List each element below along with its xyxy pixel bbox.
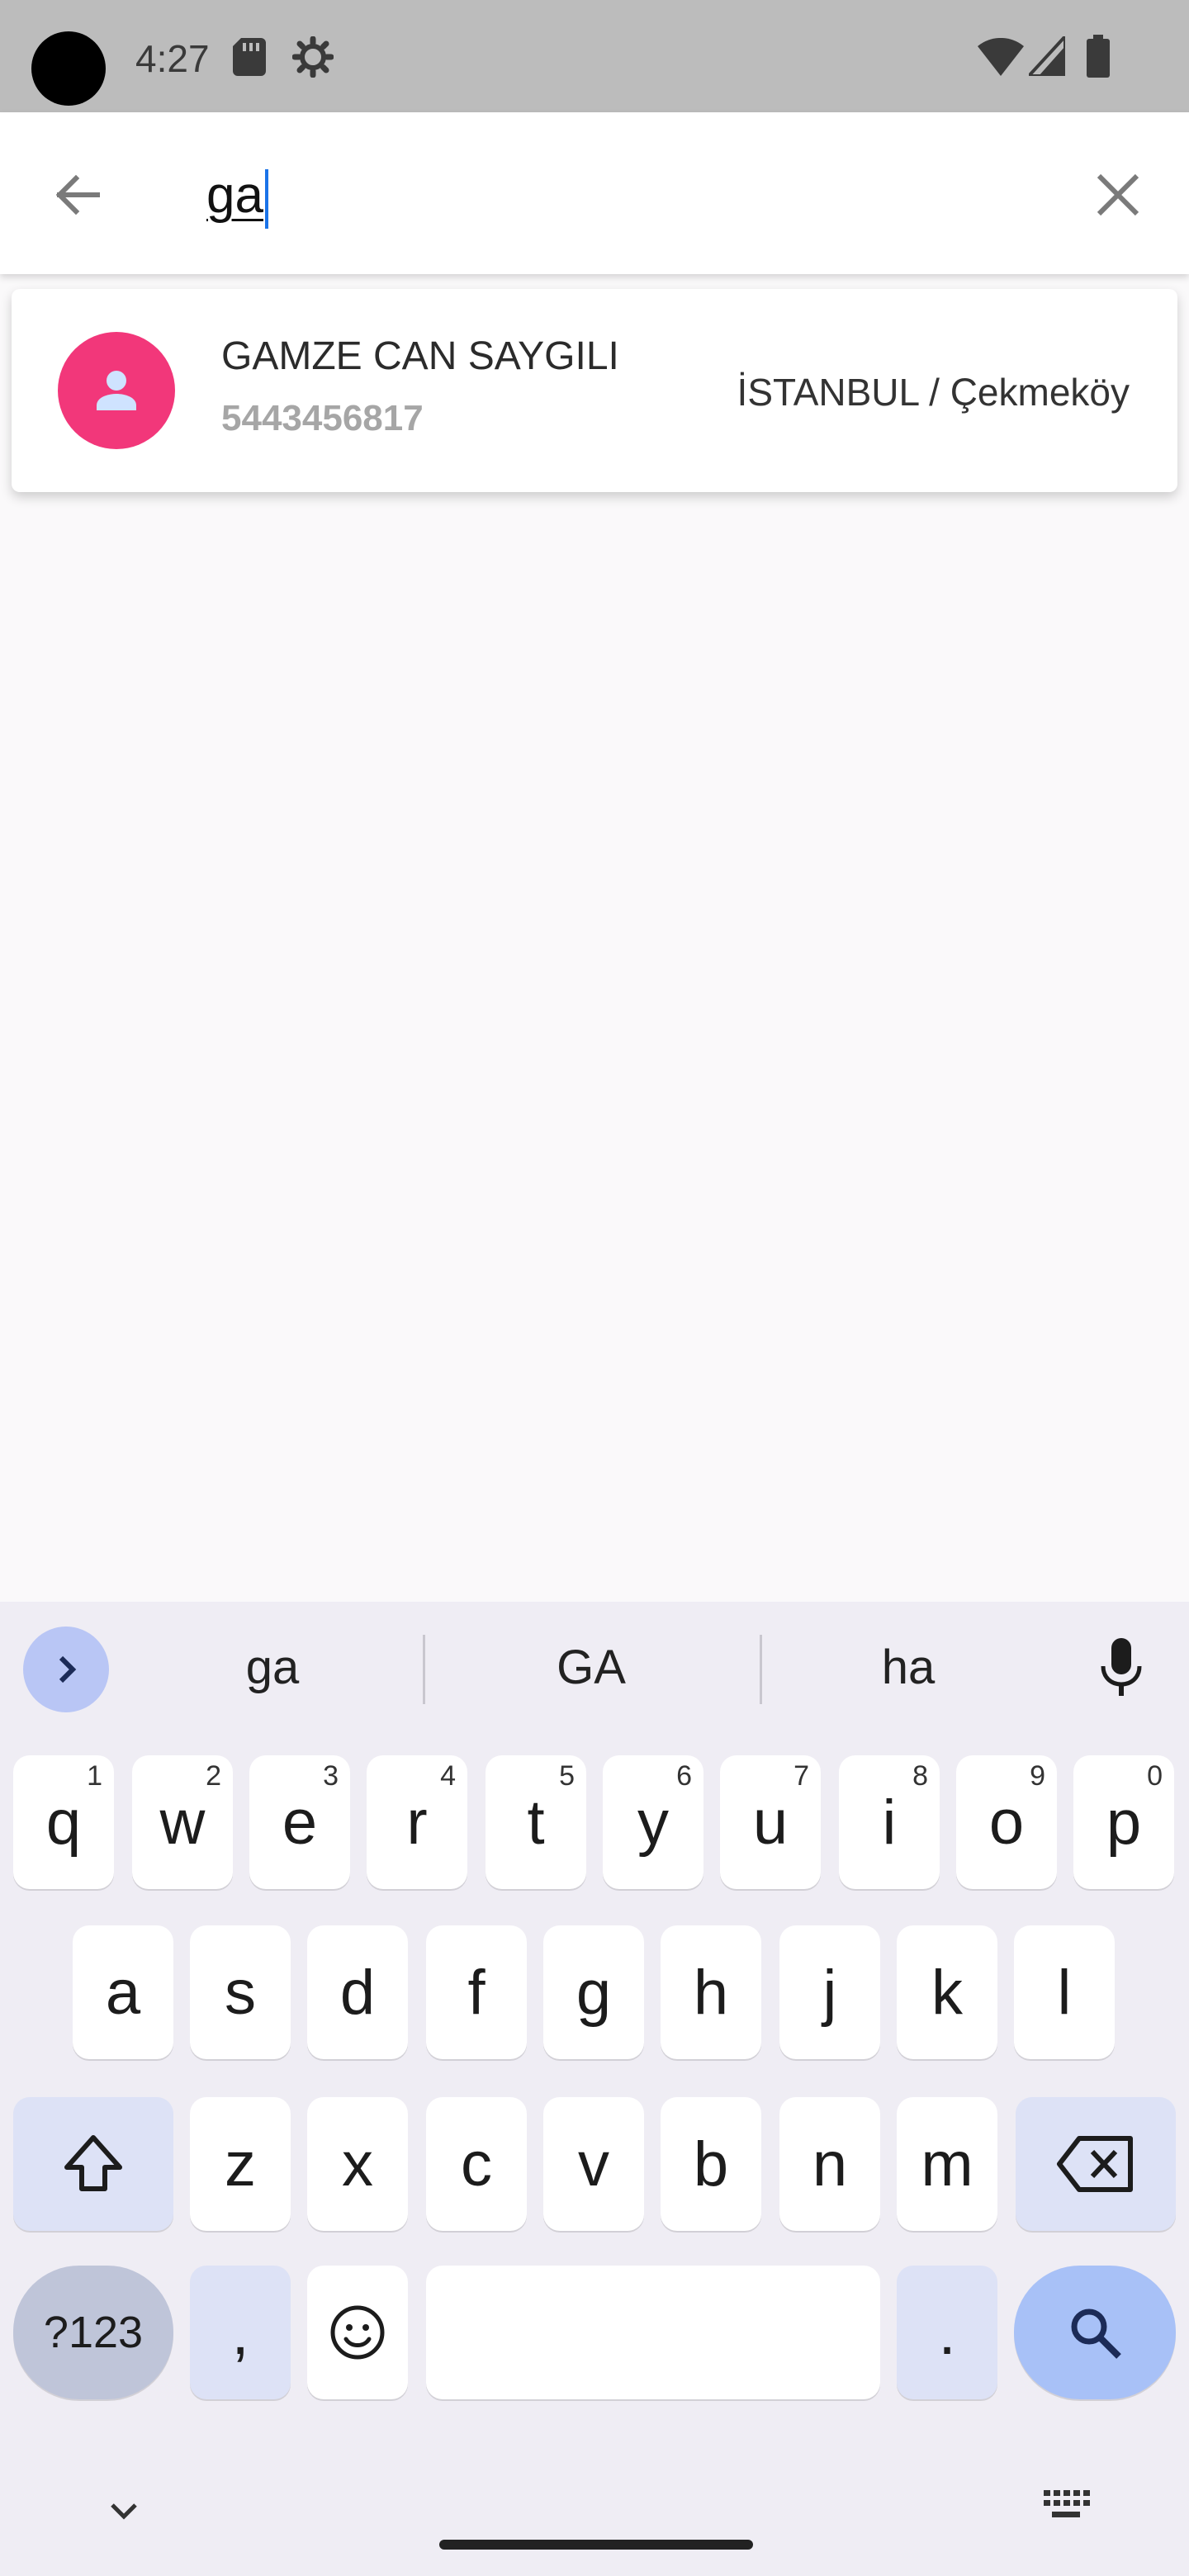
wifi-icon [978, 38, 1024, 76]
key-c[interactable]: c [426, 2097, 527, 2231]
key-o[interactable]: o9 [956, 1755, 1057, 1889]
space-key[interactable] [426, 2266, 880, 2399]
gear-icon [292, 36, 334, 78]
key-b[interactable]: b [661, 2097, 761, 2231]
search-input[interactable]: ga [206, 159, 1032, 233]
status-time: 4:27 [135, 37, 210, 80]
microphone-icon [1101, 1638, 1142, 1696]
suggestion-divider [423, 1635, 425, 1704]
key-h[interactable]: h [661, 1925, 761, 2059]
key-k[interactable]: k [897, 1925, 997, 2059]
avatar [58, 332, 175, 449]
contact-result-card[interactable]: GAMZE CAN SAYGILI 5443456817 İSTANBUL / … [12, 289, 1177, 492]
gesture-nav-handle[interactable] [439, 2540, 753, 2550]
backspace-icon [1057, 2136, 1133, 2192]
key-hint: 6 [676, 1760, 692, 1792]
key-t[interactable]: t5 [486, 1755, 586, 1889]
arrow-back-icon [55, 174, 100, 215]
key-label: i [882, 1787, 897, 1858]
key-l[interactable]: l [1014, 1925, 1115, 2059]
person-icon [97, 371, 136, 410]
battery-icon [1087, 35, 1110, 78]
search-icon [1071, 2308, 1121, 2359]
comma-key[interactable]: , [190, 2266, 291, 2399]
symbols-key[interactable]: ?123 [13, 2266, 173, 2399]
key-label: e [282, 1787, 318, 1858]
suggestion-bar: ga GA ha [0, 1602, 1189, 1734]
signal-icon [1029, 36, 1065, 76]
key-r[interactable]: r4 [367, 1755, 467, 1889]
key-hint: 5 [559, 1760, 575, 1792]
emoji-key[interactable] [307, 2266, 408, 2399]
key-label: y [637, 1787, 669, 1858]
key-y[interactable]: y6 [603, 1755, 703, 1889]
key-hint: 3 [323, 1760, 339, 1792]
key-v[interactable]: v [543, 2097, 644, 2231]
key-i[interactable]: i8 [839, 1755, 940, 1889]
key-label: w [159, 1787, 206, 1858]
keyboard-expand-button[interactable] [23, 1627, 109, 1712]
key-x[interactable]: x [307, 2097, 408, 2231]
key-q[interactable]: q1 [13, 1755, 114, 1889]
key-hint: 1 [87, 1760, 102, 1792]
key-d[interactable]: d [307, 1925, 408, 2059]
key-g[interactable]: g [543, 1925, 644, 2059]
hide-keyboard-chevron-down-icon[interactable] [101, 2493, 147, 2526]
key-hint: 0 [1147, 1760, 1163, 1792]
key-hint: 8 [912, 1760, 928, 1792]
key-hint: 7 [793, 1760, 809, 1792]
camera-cutout [31, 31, 106, 106]
search-toolbar: ga [0, 112, 1189, 274]
suggestion-1[interactable]: ga [165, 1635, 380, 1701]
clear-search-button[interactable] [1085, 162, 1151, 228]
emoji-icon [330, 2305, 385, 2360]
key-p[interactable]: p0 [1073, 1755, 1174, 1889]
suggestion-3[interactable]: ha [801, 1635, 1016, 1701]
key-s[interactable]: s [190, 1925, 291, 2059]
key-label: u [752, 1787, 789, 1858]
key-a[interactable]: a [73, 1925, 173, 2059]
key-label: t [527, 1787, 545, 1858]
search-query-text: ga [206, 167, 263, 224]
key-hint: 2 [206, 1760, 221, 1792]
key-label: r [406, 1787, 428, 1858]
key-m[interactable]: m [897, 2097, 997, 2231]
suggestion-2[interactable]: GA [484, 1635, 699, 1701]
keyboard-switch-icon[interactable] [1042, 2488, 1090, 2522]
key-e[interactable]: e3 [249, 1755, 350, 1889]
key-n[interactable]: n [779, 2097, 880, 2231]
period-key[interactable]: . [897, 2266, 997, 2399]
key-f[interactable]: f [426, 1925, 527, 2059]
key-j[interactable]: j [779, 1925, 880, 2059]
text-caret [264, 168, 268, 229]
status-bar: 4:27 [0, 0, 1189, 112]
key-label: q [45, 1787, 82, 1858]
key-w[interactable]: w2 [132, 1755, 233, 1889]
chevron-right-icon [59, 1655, 77, 1683]
back-button[interactable] [43, 160, 112, 230]
key-label: p [1106, 1787, 1142, 1858]
contact-location: İSTANBUL / Çekmeköy [737, 371, 1130, 414]
key-z[interactable]: z [190, 2097, 291, 2231]
search-action-key[interactable] [1014, 2266, 1176, 2399]
shift-key[interactable] [13, 2097, 173, 2231]
shift-icon [64, 2135, 122, 2191]
close-icon [1097, 173, 1139, 216]
sd-card-icon [233, 38, 266, 76]
key-hint: 9 [1030, 1760, 1045, 1792]
voice-input-button[interactable] [1088, 1635, 1154, 1701]
backspace-key[interactable] [1016, 2097, 1176, 2231]
suggestion-divider [760, 1635, 762, 1704]
contact-name: GAMZE CAN SAYGILI [221, 334, 619, 378]
soft-keyboard: ga GA ha q1 w2 e3 r4 t5 y6 u7 i8 o9 p0 a… [0, 1602, 1189, 2576]
key-hint: 4 [440, 1760, 456, 1792]
key-label: o [988, 1787, 1025, 1858]
key-u[interactable]: u7 [720, 1755, 821, 1889]
contact-phone: 5443456817 [221, 398, 424, 438]
